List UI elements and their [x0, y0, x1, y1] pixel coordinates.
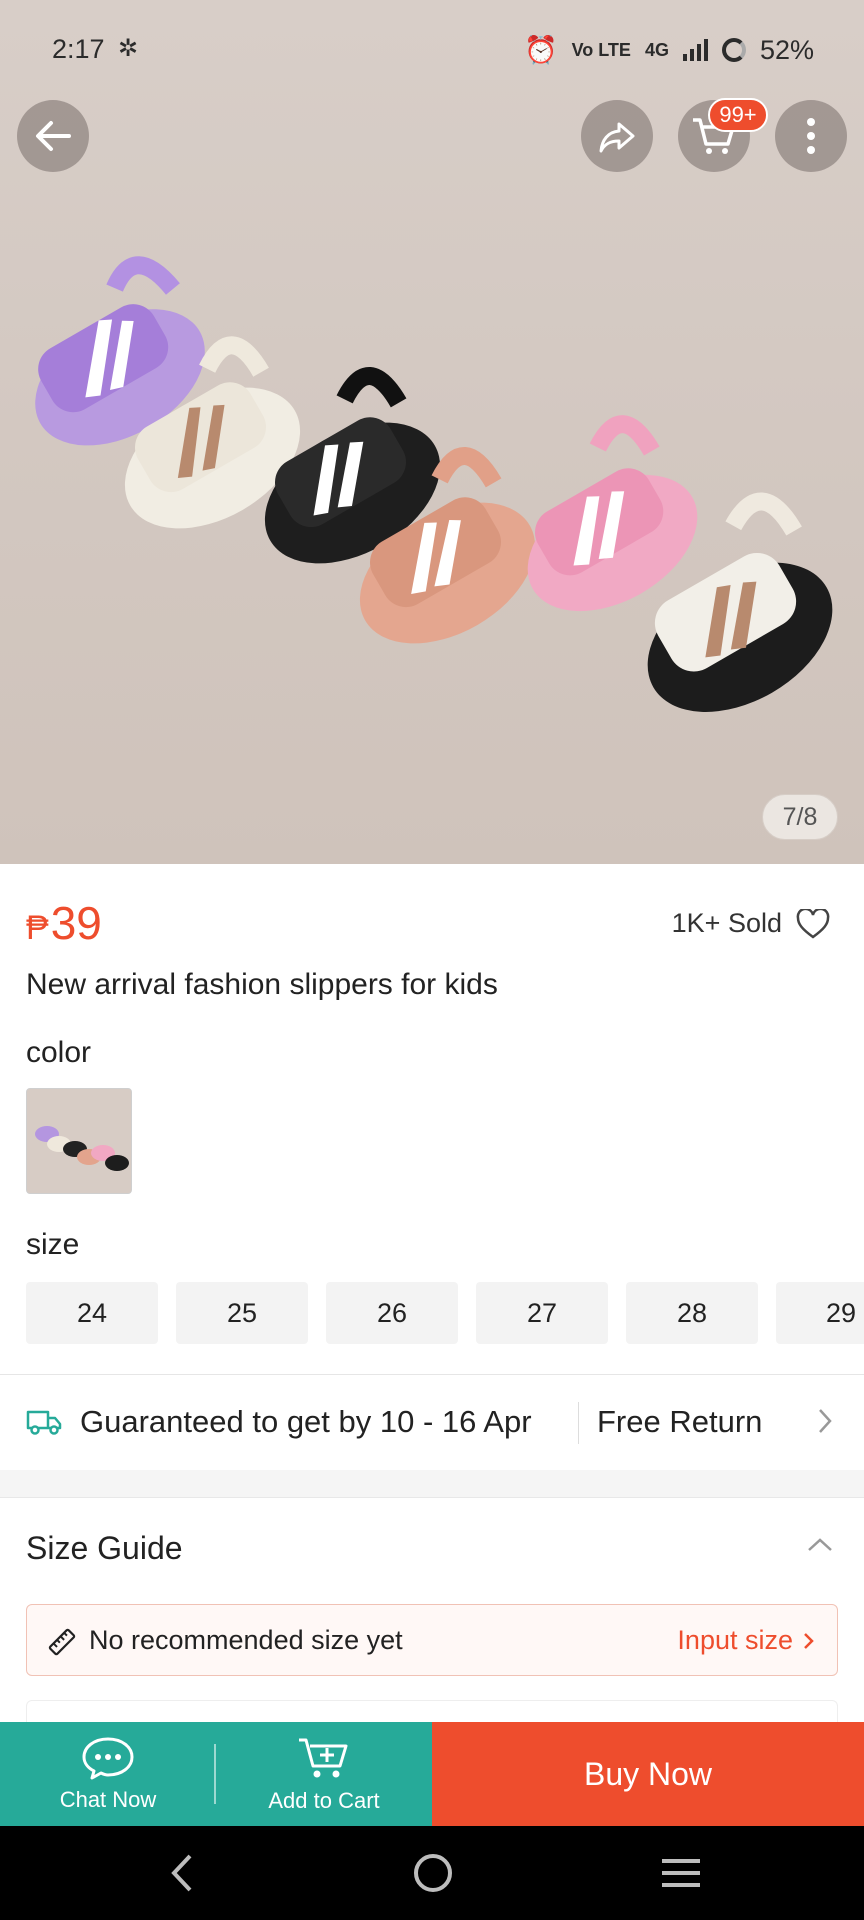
add-to-cart-button[interactable]: Add to Cart: [216, 1722, 432, 1826]
size-recommendation-box[interactable]: No recommended size yet Input size: [26, 1604, 838, 1676]
size-label: size: [26, 1228, 80, 1261]
divider: [0, 1374, 864, 1375]
delivery-guarantee: Guaranteed to get by 10 - 16 Apr: [80, 1404, 532, 1439]
chat-now-label: Chat Now: [59, 1787, 157, 1812]
back-button[interactable]: [17, 100, 89, 172]
chevron-right-icon: [804, 1632, 814, 1649]
system-navigation-bar: [0, 1826, 864, 1920]
nav-home-icon[interactable]: [412, 1852, 454, 1894]
volte-indicator: Vo LTE: [571, 39, 631, 60]
price-value: 39: [50, 897, 102, 949]
sold-label: 1K+ Sold: [671, 908, 782, 938]
chevron-right-icon: [819, 1409, 832, 1433]
add-cart-icon: [299, 1738, 348, 1778]
free-return: Free Return: [597, 1404, 763, 1439]
divider: [578, 1402, 579, 1444]
chevron-up-icon[interactable]: [806, 1536, 834, 1554]
size-option[interactable]: 26: [326, 1282, 458, 1344]
size-option[interactable]: 25: [176, 1282, 308, 1344]
battery-icon: [721, 38, 746, 62]
network-indicator: 4G: [644, 39, 669, 60]
price: ₱39: [26, 896, 102, 950]
size-option[interactable]: 29: [776, 1282, 864, 1344]
status-time: 2:17: [52, 34, 105, 64]
status-bar: 2:17 ✲ ⏰ Vo LTE 4G 52%: [0, 0, 864, 100]
secondary-actions: Chat Now Add to Cart: [0, 1722, 432, 1826]
add-to-cart-label: Add to Cart: [268, 1788, 380, 1813]
nav-back-icon[interactable]: [168, 1852, 196, 1894]
size-option[interactable]: 27: [476, 1282, 608, 1344]
battery-level: 52%: [759, 34, 814, 65]
input-size-link[interactable]: Input size: [677, 1625, 815, 1656]
cart-count-badge: 99+: [708, 98, 768, 132]
swatch-thumbnail: [27, 1089, 131, 1193]
product-photo-sandals: [35, 256, 833, 712]
share-icon: [599, 122, 635, 153]
no-recommended-size: No recommended size yet: [89, 1625, 403, 1655]
gear-icon: ✲: [118, 35, 139, 62]
bottom-action-bar: Chat Now Add to Cart Buy Now: [0, 1722, 864, 1826]
input-size-label: Input size: [677, 1625, 793, 1655]
color-label: color: [26, 1036, 92, 1069]
size-option[interactable]: 28: [626, 1282, 758, 1344]
size-guide-title: Size Guide: [26, 1530, 183, 1566]
arrow-left-icon: [36, 121, 71, 151]
chat-now-button[interactable]: Chat Now: [0, 1722, 216, 1826]
product-image-gallery[interactable]: 2:17 ✲ ⏰ Vo LTE 4G 52% 99+ 7/8: [0, 0, 864, 864]
shipping-row[interactable]: Guaranteed to get by 10 - 16 Apr Free Re…: [0, 1376, 864, 1468]
alarm-icon: ⏰: [523, 35, 558, 65]
heart-icon[interactable]: [796, 908, 830, 939]
sold-count: 1K+ Sold: [672, 908, 830, 939]
chat-icon: [82, 1737, 134, 1780]
truck-icon: [26, 1410, 62, 1435]
nav-recents-icon[interactable]: [660, 1852, 702, 1894]
ruler-icon: [48, 1628, 76, 1656]
currency-symbol: ₱: [26, 909, 49, 947]
more-options-button[interactable]: [775, 100, 847, 172]
product-title: New arrival fashion slippers for kids: [26, 968, 498, 1001]
buy-now-button[interactable]: Buy Now: [432, 1722, 864, 1826]
size-options: 24 25 26 27 28 29: [26, 1282, 864, 1344]
size-option[interactable]: 24: [26, 1282, 158, 1344]
more-vertical-icon: [807, 118, 815, 154]
color-option-swatch[interactable]: [26, 1088, 132, 1194]
next-section-peek: [26, 1700, 838, 1724]
section-separator: [0, 1470, 864, 1498]
share-button[interactable]: [581, 100, 653, 172]
status-icons: ⏰ Vo LTE 4G 52%: [524, 34, 814, 66]
signal-icon: [682, 39, 708, 61]
image-counter: 7/8: [762, 794, 838, 840]
